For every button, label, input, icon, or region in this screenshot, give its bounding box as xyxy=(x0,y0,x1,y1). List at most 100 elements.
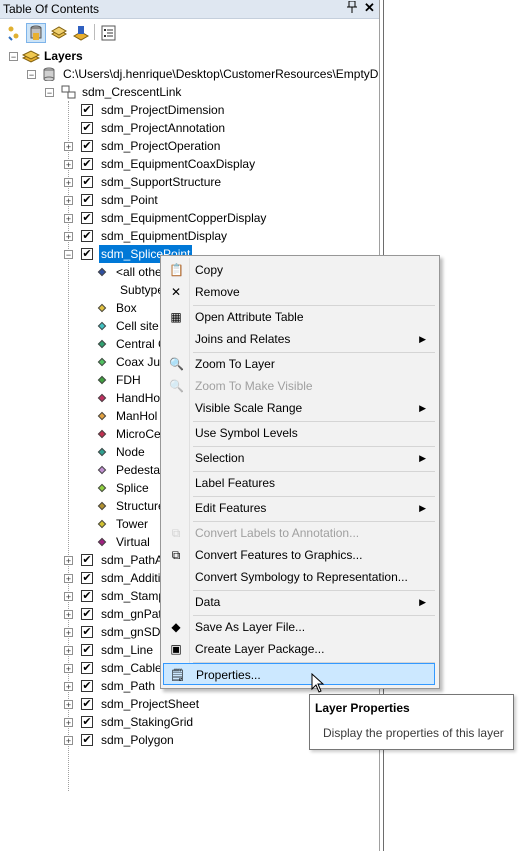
layer-visibility-checkbox[interactable]: ✔ xyxy=(81,716,93,728)
list-by-selection-icon[interactable] xyxy=(71,23,91,43)
expand-collapse-toggle[interactable]: + xyxy=(64,610,73,620)
legend-item-label[interactable]: FDH xyxy=(116,371,141,389)
legend-item-label[interactable]: Cell site xyxy=(116,317,159,335)
menu-item-open-attribute-table[interactable]: ▦ Open Attribute Table xyxy=(163,306,435,328)
layer-visibility-checkbox[interactable]: ✔ xyxy=(81,140,93,152)
menu-item-edit-features[interactable]: Edit Features ▶ xyxy=(163,497,435,519)
list-by-source-icon[interactable] xyxy=(26,23,46,43)
layer-visibility-checkbox[interactable]: ✔ xyxy=(81,680,93,692)
legend-item-label[interactable]: Tower xyxy=(116,515,148,533)
menu-item-joins-and-relates[interactable]: Joins and Relates ▶ xyxy=(163,328,435,350)
layer-visibility-checkbox[interactable]: ✔ xyxy=(81,662,93,674)
expand-collapse-toggle[interactable]: + xyxy=(64,142,73,152)
layer-visibility-checkbox[interactable]: ✔ xyxy=(81,572,93,584)
legend-item-label[interactable]: Pedestal xyxy=(116,461,163,479)
expand-collapse-toggle[interactable]: + xyxy=(64,664,73,674)
expand-collapse-toggle[interactable]: + xyxy=(64,700,73,710)
layer-label[interactable]: sdm_Polygon xyxy=(101,731,174,749)
layer-visibility-checkbox[interactable]: ✔ xyxy=(81,176,93,188)
layer-visibility-checkbox[interactable]: ✔ xyxy=(81,608,93,620)
group-layer-label[interactable]: sdm_CrescentLink xyxy=(82,83,181,101)
expand-collapse-toggle[interactable]: + xyxy=(64,646,73,656)
expand-collapse-toggle[interactable]: + xyxy=(64,574,73,584)
layer-label[interactable]: sdm_Line xyxy=(101,641,153,659)
layers-root-label[interactable]: Layers xyxy=(44,47,83,65)
expand-collapse-toggle[interactable]: + xyxy=(64,592,73,602)
layer-label[interactable]: sdm_ProjectOperation xyxy=(101,137,220,155)
layer-label[interactable]: sdm_Additi xyxy=(101,569,160,587)
layer-label[interactable]: sdm_ProjectAnnotation xyxy=(101,119,225,137)
menu-item-save-as-layer-file[interactable]: ◆ Save As Layer File... xyxy=(163,616,435,638)
expand-collapse-toggle[interactable]: + xyxy=(64,196,73,206)
expand-collapse-toggle[interactable]: + xyxy=(64,160,73,170)
expand-collapse-toggle[interactable]: + xyxy=(64,736,73,746)
layer-visibility-checkbox[interactable]: ✔ xyxy=(81,122,93,134)
expand-collapse-toggle[interactable]: + xyxy=(64,556,73,566)
menu-item-create-layer-package[interactable]: ▣ Create Layer Package... xyxy=(163,638,435,660)
database-path-label[interactable]: C:\Users\dj.henrique\Desktop\CustomerRes… xyxy=(63,65,378,83)
legend-item-label[interactable]: Virtual xyxy=(116,533,150,551)
expand-collapse-toggle[interactable]: + xyxy=(64,718,73,728)
menu-item-use-symbol-levels[interactable]: Use Symbol Levels xyxy=(163,422,435,444)
layer-visibility-checkbox[interactable]: ✔ xyxy=(81,698,93,710)
layer-label[interactable]: sdm_StakingGrid xyxy=(101,713,193,731)
layer-visibility-checkbox[interactable]: ✔ xyxy=(81,194,93,206)
layer-visibility-checkbox[interactable]: ✔ xyxy=(81,104,93,116)
legend-item-label[interactable]: Structure xyxy=(116,497,165,515)
legend-item-label[interactable]: Node xyxy=(116,443,145,461)
expand-collapse-toggle[interactable]: − xyxy=(64,250,73,260)
layer-label[interactable]: sdm_Cable xyxy=(101,659,162,677)
close-icon[interactable]: ✕ xyxy=(364,0,375,16)
layer-label[interactable]: sdm_Stamp xyxy=(101,587,165,605)
expand-collapse-toggle[interactable]: + xyxy=(64,178,73,188)
menu-item-visible-scale-range[interactable]: Visible Scale Range ▶ xyxy=(163,397,435,419)
layer-label[interactable]: sdm_Point xyxy=(101,191,158,209)
expand-collapse-toggle[interactable]: + xyxy=(64,628,73,638)
layer-visibility-checkbox[interactable]: ✔ xyxy=(81,734,93,746)
menu-item-selection[interactable]: Selection ▶ xyxy=(163,447,435,469)
layer-visibility-checkbox[interactable]: ✔ xyxy=(81,554,93,566)
layer-label[interactable]: sdm_EquipmentCopperDisplay xyxy=(101,209,266,227)
layer-label[interactable]: sdm_gnPat xyxy=(101,605,162,623)
expand-collapse-toggle[interactable]: + xyxy=(64,682,73,692)
menu-item-label-features[interactable]: Label Features xyxy=(163,472,435,494)
legend-item-label[interactable]: Box xyxy=(116,299,137,317)
menu-item-copy[interactable]: 📋 Copy xyxy=(163,259,435,281)
legend-item-label[interactable]: MicroCe xyxy=(116,425,161,443)
legend-item-label[interactable]: Splice xyxy=(116,479,149,497)
pin-icon[interactable] xyxy=(347,0,357,16)
legend-all-other-label[interactable]: <all othe xyxy=(116,263,162,281)
layer-label[interactable]: sdm_gnSDI xyxy=(101,623,164,641)
menu-item-data[interactable]: Data ▶ xyxy=(163,591,435,613)
layer-label[interactable]: sdm_EquipmentDisplay xyxy=(101,227,227,245)
layer-visibility-checkbox[interactable]: ✔ xyxy=(81,158,93,170)
expand-collapse-toggle[interactable]: + xyxy=(64,232,73,242)
layer-label[interactable]: sdm_PathA xyxy=(101,551,163,569)
expand-collapse-toggle[interactable]: − xyxy=(9,52,18,62)
layer-label[interactable]: sdm_EquipmentCoaxDisplay xyxy=(101,155,255,173)
expand-collapse-toggle[interactable]: − xyxy=(45,88,54,98)
layer-visibility-checkbox[interactable]: ✔ xyxy=(81,230,93,242)
legend-item-label[interactable]: ManHol xyxy=(116,407,157,425)
menu-item-zoom-to-layer[interactable]: 🔍 Zoom To Layer xyxy=(163,353,435,375)
menu-item-convert-symbology-to-representation[interactable]: Convert Symbology to Representation... xyxy=(163,566,435,588)
expand-collapse-toggle[interactable]: − xyxy=(27,70,36,80)
layer-visibility-checkbox[interactable]: ✔ xyxy=(81,212,93,224)
menu-item-remove[interactable]: ✕ Remove xyxy=(163,281,435,303)
list-by-drawing-order-icon[interactable] xyxy=(5,23,25,43)
layer-visibility-checkbox[interactable]: ✔ xyxy=(81,590,93,602)
legend-item-label[interactable]: HandHo xyxy=(116,389,160,407)
menu-item-convert-features-to-graphics[interactable]: ⧉ Convert Features to Graphics... xyxy=(163,544,435,566)
legend-field-label[interactable]: Subtype xyxy=(120,281,164,299)
list-by-visibility-icon[interactable] xyxy=(49,23,69,43)
layer-label[interactable]: sdm_ProjectSheet xyxy=(101,695,199,713)
layer-visibility-checkbox[interactable]: ✔ xyxy=(81,644,93,656)
options-icon[interactable] xyxy=(99,23,119,43)
expand-collapse-toggle[interactable]: + xyxy=(64,214,73,224)
menu-item-properties[interactable]: 🗒 Properties... xyxy=(163,663,435,685)
layer-visibility-checkbox[interactable]: ✔ xyxy=(81,248,93,260)
layer-label[interactable]: sdm_Path xyxy=(101,677,155,695)
layer-visibility-checkbox[interactable]: ✔ xyxy=(81,626,93,638)
layer-label[interactable]: sdm_SupportStructure xyxy=(101,173,221,191)
layer-label[interactable]: sdm_ProjectDimension xyxy=(101,101,224,119)
